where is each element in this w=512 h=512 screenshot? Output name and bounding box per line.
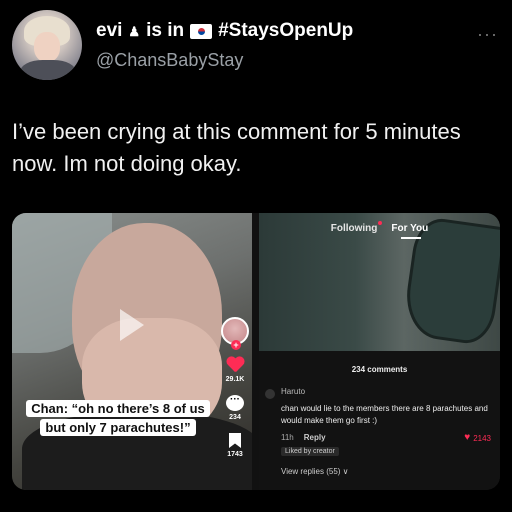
save-action[interactable]: 1743 <box>218 433 252 458</box>
feed-tabs: Following For You <box>259 221 500 239</box>
liked-by-creator-badge: Liked by creator <box>281 447 339 456</box>
pin-icon: ♟ <box>128 23 141 39</box>
comment-action[interactable]: ··· 234 <box>218 395 252 421</box>
comment-icon[interactable]: ··· <box>226 395 244 411</box>
comments-title: 234 comments <box>351 365 408 374</box>
side-actions: 29.1K ··· 234 1743 <box>218 317 252 458</box>
bookmark-icon[interactable] <box>229 433 241 448</box>
tab-following[interactable]: Following <box>331 221 383 234</box>
comment-count: 234 <box>229 414 241 421</box>
tweet-header: evi ♟ is in #StaysOpenUp @ChansBabyStay … <box>12 10 502 80</box>
tab-for-you[interactable]: For You <box>391 223 428 239</box>
comment-meta: 11h Reply <box>281 433 326 442</box>
save-count: 1743 <box>227 451 243 458</box>
avatar[interactable] <box>12 10 82 80</box>
comment-like-count: 2143 <box>473 433 491 443</box>
reply-button[interactable]: Reply <box>304 433 326 442</box>
is-in-text: is in <box>146 20 185 41</box>
comment-time: 11h <box>281 433 294 442</box>
tweet-text: I’ve been crying at this comment for 5 m… <box>12 119 461 176</box>
user-handle[interactable]: @ChansBabyStay <box>96 50 243 71</box>
comment-like[interactable]: ♥ 2143 <box>464 433 491 443</box>
video-caption: Chan: “oh no there’s 8 of us but only 7 … <box>18 399 218 437</box>
flag-icon <box>190 23 213 39</box>
hashtag[interactable]: #StaysOpenUp <box>218 20 353 42</box>
play-icon[interactable] <box>120 309 144 341</box>
display-name[interactable]: evi <box>96 20 122 42</box>
commenter-avatar[interactable] <box>265 389 275 399</box>
comment-author[interactable]: Haruto <box>281 387 305 396</box>
creator-avatar[interactable] <box>221 317 249 350</box>
comment-text: chan would lie to the members there are … <box>281 404 488 425</box>
like-count: 29.1K <box>225 376 245 383</box>
tiktok-comments-right[interactable]: Following For You 234 comments Haruto ch… <box>259 213 500 490</box>
tweet-media[interactable]: Chan: “oh no there’s 8 of us but only 7 … <box>12 213 500 490</box>
like-action[interactable]: 29.1K <box>218 357 252 383</box>
comments-sheet: 234 comments Haruto chan would lie to th… <box>259 351 500 490</box>
tiktok-video-left[interactable]: Chan: “oh no there’s 8 of us but only 7 … <box>12 213 252 490</box>
heart-icon[interactable]: ♥ <box>464 433 470 443</box>
display-name-line[interactable]: evi ♟ is in #StaysOpenUp <box>96 20 353 42</box>
view-replies-link[interactable]: View replies (55) ∨ <box>281 467 349 476</box>
more-icon[interactable]: ··· <box>477 24 498 45</box>
heart-icon[interactable] <box>226 357 244 373</box>
